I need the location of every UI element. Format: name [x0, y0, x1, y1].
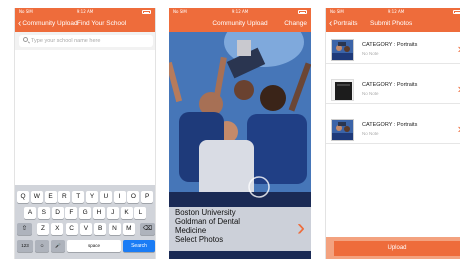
search-box[interactable]	[19, 35, 153, 47]
screen-community-upload: No SIM 9:12 AM Community Upload Change B…	[169, 8, 311, 259]
navigation-bar: ‹Portraits Submit Photos	[326, 16, 460, 32]
category-label: CATEGORY : Portraits	[362, 122, 418, 128]
key-m[interactable]: M	[122, 223, 135, 235]
key-q[interactable]: Q	[17, 191, 29, 203]
key-d[interactable]: D	[51, 207, 64, 219]
category-label: CATEGORY : Portraits	[362, 42, 418, 48]
select-photos-label: Select Photos	[175, 235, 224, 244]
note-label: No Note	[362, 131, 379, 136]
delete-key[interactable]: ⌫	[140, 223, 155, 235]
category-label: CATEGORY : Portraits	[362, 82, 418, 88]
key-j[interactable]: J	[106, 207, 119, 219]
note-label: No Note	[362, 91, 379, 96]
school-search-input[interactable]	[31, 35, 149, 47]
emoji-key-icon[interactable]: ☺	[35, 240, 49, 252]
photo-list-item[interactable]: CATEGORY : Portraits No Note ›	[326, 116, 460, 144]
key-e[interactable]: E	[44, 191, 57, 203]
search-key[interactable]: Search	[123, 240, 155, 252]
clock-label: 9:12 AM	[231, 9, 249, 14]
search-icon	[23, 37, 28, 42]
nav-title: Submit Photos	[370, 20, 413, 27]
back-button[interactable]: ‹Community Upload	[18, 16, 78, 32]
key-h[interactable]: H	[93, 207, 105, 219]
key-w[interactable]: W	[30, 191, 43, 203]
key-p[interactable]: P	[141, 191, 154, 203]
clock-label: 9:12 AM	[76, 9, 94, 14]
screen-submit-photos: No SIM 9:12 AM ‹Portraits Submit Photos …	[325, 8, 460, 259]
school-name-line-1: Boston University	[175, 208, 236, 217]
nav-title: Find Your School	[77, 20, 127, 27]
key-g[interactable]: G	[79, 207, 92, 219]
chevron-left-icon: ‹	[329, 18, 333, 29]
key-l[interactable]: L	[134, 207, 147, 219]
microphone-icon[interactable]: 🎤	[51, 240, 65, 252]
photo-thumbnail	[331, 39, 354, 61]
navigation-bar: ‹Community Upload Find Your School	[15, 16, 155, 32]
note-label: No Note	[362, 51, 379, 56]
photo-list-item[interactable]: CATEGORY : Portraits No Note ›	[326, 36, 460, 64]
search-bar	[15, 32, 155, 50]
photo-thumbnail	[331, 79, 354, 101]
change-button[interactable]: Change	[284, 16, 307, 32]
key-r[interactable]: R	[58, 191, 71, 203]
upload-button[interactable]: Upload	[334, 241, 460, 256]
school-name-line-2: Goldman of Dental	[175, 217, 241, 226]
onscreen-keyboard: QWERTYUIOP ASDFGHJKL ⇧ ⌫ ZXCVBNM 123 ☺ 🎤…	[15, 185, 155, 259]
keyboard-row-2: ASDFGHJKL	[15, 207, 155, 220]
clock-label: 9:12 AM	[387, 9, 405, 14]
chevron-right-icon[interactable]: ›	[297, 216, 305, 240]
keyboard-row-4: 123 ☺ 🎤 space Search	[15, 240, 155, 253]
key-i[interactable]: I	[113, 191, 126, 203]
status-bar: No SIM 9:12 AM	[326, 8, 460, 16]
key-o[interactable]: O	[127, 191, 140, 203]
photo-list-item[interactable]: CATEGORY : Portraits No Note ›	[326, 76, 460, 104]
key-n[interactable]: N	[108, 223, 121, 235]
back-button-label: Portraits	[333, 20, 358, 27]
back-button[interactable]: ‹Portraits	[329, 16, 358, 32]
key-c[interactable]: C	[65, 223, 78, 235]
status-bar: No SIM 9:12 AM	[15, 8, 155, 16]
keyboard-row-3: ⇧ ⌫ ZXCVBNM	[15, 223, 155, 236]
chevron-left-icon: ‹	[18, 18, 22, 29]
key-v[interactable]: V	[79, 223, 92, 235]
screen-find-school: No SIM 9:12 AM ‹Community Upload Find Yo…	[14, 8, 156, 259]
status-bar: No SIM 9:12 AM	[169, 8, 311, 16]
key-t[interactable]: T	[72, 191, 85, 203]
battery-icon	[453, 10, 460, 14]
back-button-label: Community Upload	[22, 20, 78, 27]
key-s[interactable]: S	[37, 207, 50, 219]
numbers-key[interactable]: 123	[17, 240, 33, 252]
school-info-overlay[interactable]: Boston University Goldman of Dental Medi…	[169, 207, 311, 251]
school-photo: Boston University Goldman of Dental Medi…	[169, 32, 311, 259]
key-z[interactable]: Z	[37, 223, 49, 235]
key-b[interactable]: B	[94, 223, 107, 235]
space-key[interactable]: space	[67, 240, 121, 252]
battery-icon	[298, 10, 307, 14]
key-k[interactable]: K	[120, 207, 133, 219]
key-y[interactable]: Y	[86, 191, 98, 203]
school-name-line-3: Medicine	[175, 226, 207, 235]
key-f[interactable]: F	[65, 207, 78, 219]
key-x[interactable]: X	[51, 223, 64, 235]
key-u[interactable]: U	[99, 191, 112, 203]
battery-icon	[142, 10, 151, 14]
key-a[interactable]: A	[24, 207, 36, 219]
keyboard-row-1: QWERTYUIOP	[15, 191, 155, 204]
navigation-bar: Community Upload Change	[169, 16, 311, 32]
photo-thumbnail	[331, 119, 354, 141]
shift-key[interactable]: ⇧	[17, 223, 32, 235]
